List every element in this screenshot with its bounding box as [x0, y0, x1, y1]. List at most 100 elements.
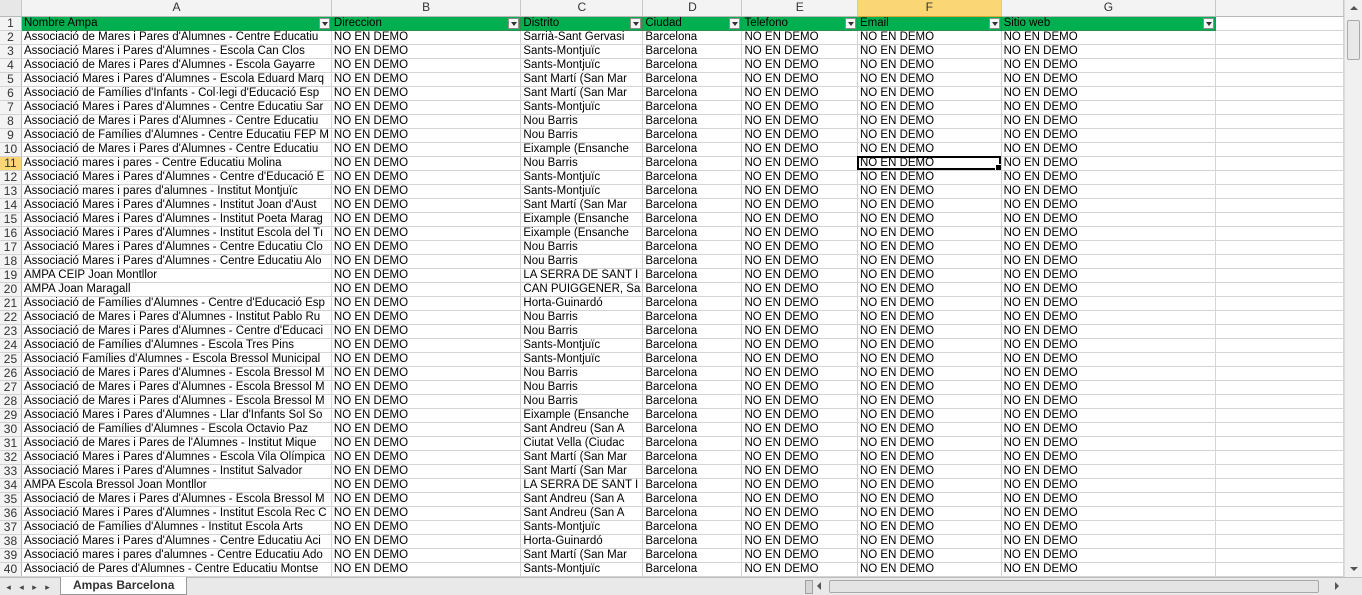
- cell-a[interactable]: Associació Mares i Pares d'Alumnes - Ins…: [21, 198, 332, 213]
- cell-b[interactable]: NO EN DEMO: [331, 380, 522, 395]
- cell-g[interactable]: NO EN DEMO: [1001, 310, 1217, 325]
- cell-a[interactable]: Associació de Mares i Pares d'Alumnes - …: [21, 394, 332, 409]
- cell-f[interactable]: NO EN DEMO: [857, 310, 1002, 325]
- row-header[interactable]: 11: [0, 156, 22, 171]
- empty-cell[interactable]: [1215, 30, 1344, 45]
- cell-e[interactable]: NO EN DEMO: [741, 58, 858, 73]
- empty-cell[interactable]: [1215, 324, 1344, 339]
- cell-c[interactable]: Sants-Montjuïc: [520, 44, 644, 59]
- cell-b[interactable]: NO EN DEMO: [331, 506, 522, 521]
- cell-g[interactable]: NO EN DEMO: [1001, 282, 1217, 297]
- cell-b[interactable]: NO EN DEMO: [331, 520, 522, 535]
- empty-cell[interactable]: [1215, 548, 1344, 563]
- column-header-g[interactable]: G: [1001, 0, 1217, 17]
- cell-d[interactable]: Barcelona: [642, 100, 743, 115]
- cell-f[interactable]: NO EN DEMO: [857, 212, 1002, 227]
- cell-e[interactable]: NO EN DEMO: [741, 380, 858, 395]
- row-header[interactable]: 8: [0, 114, 22, 129]
- cell-c[interactable]: LA SERRA DE SANT I: [520, 268, 644, 283]
- cell-f[interactable]: NO EN DEMO: [857, 338, 1002, 353]
- filter-dropdown-icon[interactable]: [508, 17, 520, 29]
- cell-d[interactable]: Barcelona: [642, 296, 743, 311]
- cell-e[interactable]: NO EN DEMO: [741, 478, 858, 493]
- row-header[interactable]: 20: [0, 282, 22, 297]
- cell-a[interactable]: Associació Mares i Pares d'Alumnes - Lla…: [21, 408, 332, 423]
- cell-d[interactable]: Barcelona: [642, 212, 743, 227]
- empty-cell[interactable]: [1215, 464, 1344, 479]
- empty-cell[interactable]: [1215, 478, 1344, 493]
- header-cell-distrito[interactable]: Distrito: [520, 16, 644, 31]
- cell-f[interactable]: NO EN DEMO: [857, 226, 1002, 241]
- cell-f[interactable]: NO EN DEMO: [857, 506, 1002, 521]
- empty-cell[interactable]: [1215, 352, 1344, 367]
- cell-d[interactable]: Barcelona: [642, 226, 743, 241]
- empty-cell[interactable]: [1215, 212, 1344, 227]
- cell-a[interactable]: Associació Mares i Pares d'Alumnes - Ins…: [21, 226, 332, 241]
- cell-e[interactable]: NO EN DEMO: [741, 254, 858, 269]
- cell-d[interactable]: Barcelona: [642, 310, 743, 325]
- scroll-right-icon[interactable]: [1335, 582, 1339, 590]
- cell-c[interactable]: Sants-Montjuïc: [520, 520, 644, 535]
- cell-a[interactable]: Associació Mares i Pares d'Alumnes - Cen…: [21, 100, 332, 115]
- cell-a[interactable]: AMPA Escola Bressol Joan Montllor: [21, 478, 332, 493]
- cell-g[interactable]: NO EN DEMO: [1001, 366, 1217, 381]
- cell-f[interactable]: NO EN DEMO: [857, 142, 1002, 157]
- cell-d[interactable]: Barcelona: [642, 506, 743, 521]
- cell-a[interactable]: Associació de Mares i Pares d'Alumnes - …: [21, 30, 332, 45]
- filter-dropdown-icon[interactable]: [1203, 17, 1215, 29]
- cell-f[interactable]: NO EN DEMO: [857, 44, 1002, 59]
- cell-d[interactable]: Barcelona: [642, 114, 743, 129]
- cell-e[interactable]: NO EN DEMO: [741, 128, 858, 143]
- cell-b[interactable]: NO EN DEMO: [331, 478, 522, 493]
- cell-c[interactable]: Horta-Guinardó: [520, 534, 644, 549]
- cell-g[interactable]: NO EN DEMO: [1001, 562, 1217, 577]
- cell-b[interactable]: NO EN DEMO: [331, 240, 522, 255]
- cell-d[interactable]: Barcelona: [642, 282, 743, 297]
- cell-e[interactable]: NO EN DEMO: [741, 282, 858, 297]
- cell-g[interactable]: NO EN DEMO: [1001, 254, 1217, 269]
- cell-a[interactable]: Associació de Mares i Pares d'Alumnes - …: [21, 380, 332, 395]
- cell-g[interactable]: NO EN DEMO: [1001, 394, 1217, 409]
- cell-d[interactable]: Barcelona: [642, 324, 743, 339]
- row-header[interactable]: 12: [0, 170, 22, 185]
- row-header[interactable]: 7: [0, 100, 22, 115]
- cell-b[interactable]: NO EN DEMO: [331, 562, 522, 577]
- cell-f[interactable]: NO EN DEMO: [857, 436, 1002, 451]
- column-header-b[interactable]: B: [331, 0, 522, 17]
- cell-f[interactable]: NO EN DEMO: [857, 170, 1002, 185]
- cell-d[interactable]: Barcelona: [642, 548, 743, 563]
- cell-g[interactable]: NO EN DEMO: [1001, 296, 1217, 311]
- cell-d[interactable]: Barcelona: [642, 268, 743, 283]
- cell-d[interactable]: Barcelona: [642, 198, 743, 213]
- cell-c[interactable]: Nou Barris: [520, 324, 644, 339]
- empty-cell[interactable]: [1215, 128, 1344, 143]
- cell-f[interactable]: NO EN DEMO: [857, 282, 1002, 297]
- cell-f[interactable]: NO EN DEMO: [857, 324, 1002, 339]
- cell-f[interactable]: NO EN DEMO: [857, 72, 1002, 87]
- cell-c[interactable]: Sant Martí (San Mar: [520, 72, 644, 87]
- row-header-1[interactable]: 1: [0, 16, 22, 31]
- cell-b[interactable]: NO EN DEMO: [331, 198, 522, 213]
- cell-f[interactable]: NO EN DEMO: [857, 394, 1002, 409]
- empty-cell[interactable]: [1215, 394, 1344, 409]
- cell-e[interactable]: NO EN DEMO: [741, 240, 858, 255]
- cell-d[interactable]: Barcelona: [642, 338, 743, 353]
- cell-a[interactable]: Associació mares i pares d'alumnes - Ins…: [21, 184, 332, 199]
- cell-c[interactable]: Nou Barris: [520, 366, 644, 381]
- cell-a[interactable]: Associació Mares i Pares d'Alumnes - Cen…: [21, 254, 332, 269]
- cell-d[interactable]: Barcelona: [642, 408, 743, 423]
- cell-f[interactable]: NO EN DEMO: [857, 296, 1002, 311]
- cell-a[interactable]: Associació Mares i Pares d'Alumnes - Esc…: [21, 44, 332, 59]
- empty-cell[interactable]: [1215, 156, 1344, 171]
- cell-b[interactable]: NO EN DEMO: [331, 254, 522, 269]
- column-header-c[interactable]: C: [520, 0, 644, 17]
- prev-sheet-icon[interactable]: ◂: [16, 581, 27, 593]
- cell-b[interactable]: NO EN DEMO: [331, 58, 522, 73]
- cell-e[interactable]: NO EN DEMO: [741, 30, 858, 45]
- cell-c[interactable]: Sant Martí (San Mar: [520, 464, 644, 479]
- cell-b[interactable]: NO EN DEMO: [331, 408, 522, 423]
- filter-dropdown-icon[interactable]: [729, 17, 741, 29]
- cell-e[interactable]: NO EN DEMO: [741, 394, 858, 409]
- cell-c[interactable]: Nou Barris: [520, 114, 644, 129]
- cell-e[interactable]: NO EN DEMO: [741, 464, 858, 479]
